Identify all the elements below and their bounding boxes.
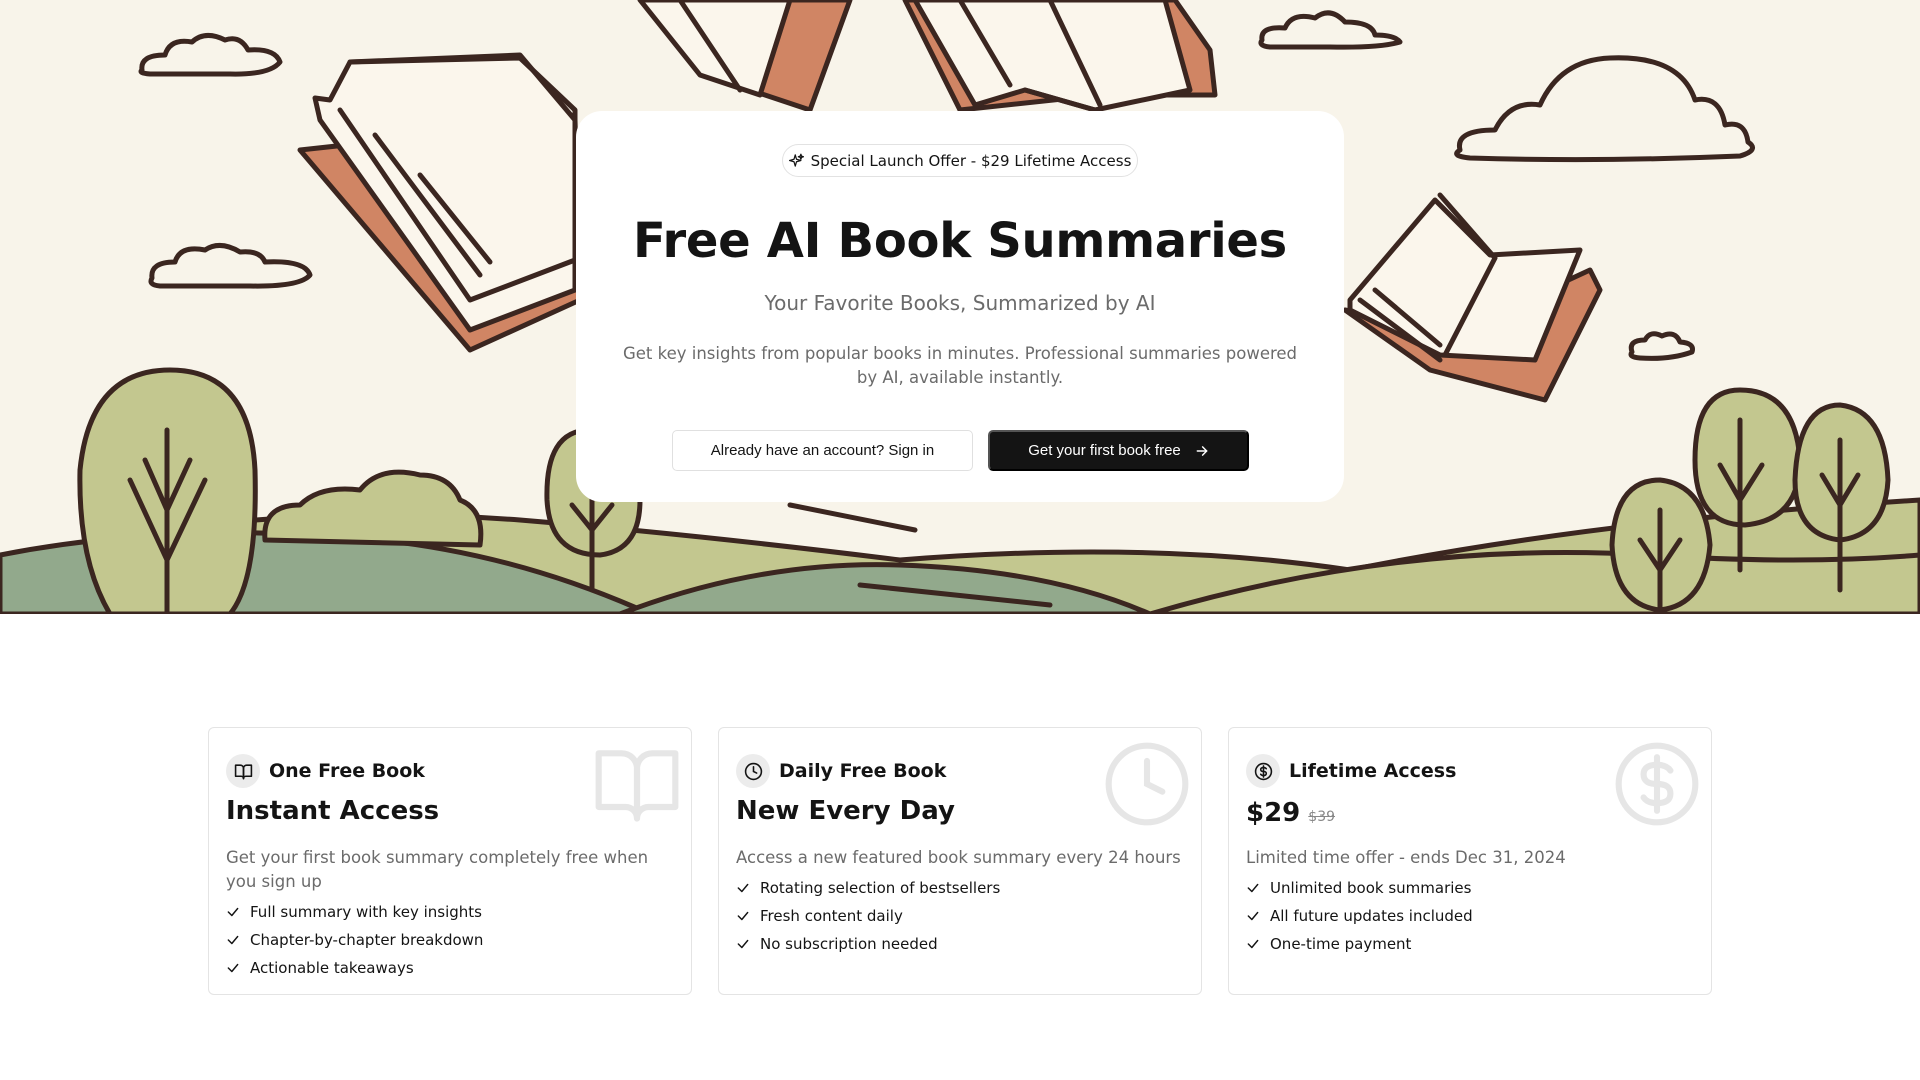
- card-daily-free-book: Daily Free Book New Every Day Access a n…: [718, 727, 1202, 995]
- card-title: New Every Day: [736, 796, 955, 826]
- feature-item: Actionable takeaways: [226, 954, 483, 982]
- feature-text: Actionable takeaways: [250, 959, 414, 977]
- card-lifetime-access: Lifetime Access $29 $39 Limited time off…: [1228, 727, 1712, 995]
- sign-in-button[interactable]: Already have an account? Sign in: [672, 430, 973, 471]
- feature-item: No subscription needed: [736, 930, 1000, 958]
- card-description: Get your first book summary completely f…: [226, 848, 649, 891]
- card-label: Daily Free Book: [779, 760, 947, 782]
- page-title: Free AI Book Summaries: [633, 213, 1287, 269]
- feature-text: Full summary with key insights: [250, 903, 482, 921]
- feature-item: Unlimited book summaries: [1246, 874, 1473, 902]
- feature-text: Chapter-by-chapter breakdown: [250, 931, 484, 949]
- feature-text: Unlimited book summaries: [1270, 879, 1472, 897]
- card-icon-badge: [226, 754, 260, 788]
- card-description: Limited time offer - ends Dec 31, 2024: [1246, 848, 1566, 867]
- current-price: $29: [1246, 798, 1301, 828]
- book-open-icon: [595, 750, 679, 822]
- feature-item: Fresh content daily: [736, 902, 1000, 930]
- card-header: Daily Free Book: [736, 754, 946, 788]
- feature-text: One-time payment: [1270, 935, 1412, 953]
- book-open-icon: [234, 763, 252, 779]
- feature-item: Rotating selection of bestsellers: [736, 874, 1000, 902]
- feature-list: Full summary with key insights Chapter-b…: [226, 898, 483, 982]
- cloud-icon: [148, 243, 313, 289]
- check-icon: [1247, 939, 1259, 949]
- arrow-right-icon: [1196, 445, 1208, 456]
- card-label: One Free Book: [269, 760, 425, 782]
- original-price: $39: [1308, 809, 1336, 825]
- cloud-icon: [1454, 55, 1755, 163]
- feature-item: One-time payment: [1246, 930, 1473, 958]
- clock-icon: [744, 762, 762, 780]
- check-icon: [1247, 911, 1259, 921]
- cloud-icon: [138, 33, 283, 77]
- feature-item: All future updates included: [1246, 902, 1473, 930]
- cloud-icon: [1628, 331, 1695, 361]
- card-one-free-book: One Free Book Instant Access Get your fi…: [208, 727, 692, 995]
- sparkles-icon: [788, 153, 804, 167]
- check-icon: [227, 935, 239, 945]
- feature-item: Chapter-by-chapter breakdown: [226, 926, 483, 954]
- bush-illustration: [262, 469, 484, 548]
- page-subtitle: Your Favorite Books, Summarized by AI: [764, 291, 1156, 315]
- offer-badge: Special Launch Offer - $29 Lifetime Acce…: [782, 144, 1138, 177]
- price: $29 $39: [1246, 798, 1335, 828]
- clock-icon: [1105, 742, 1189, 826]
- card-description: Access a new featured book summary every…: [736, 848, 1181, 867]
- hero-description: Get key insights from popular books in m…: [622, 344, 1298, 387]
- feature-cards: One Free Book Instant Access Get your fi…: [208, 727, 1712, 995]
- tree-illustration: [1692, 387, 1803, 528]
- check-icon: [737, 883, 749, 893]
- check-icon: [227, 907, 239, 917]
- check-icon: [737, 939, 749, 949]
- cloud-icon: [1258, 10, 1403, 50]
- dollar-circle-icon: [1254, 762, 1272, 780]
- feature-text: Fresh content daily: [760, 907, 903, 925]
- card-icon-badge: [736, 754, 770, 788]
- get-first-book-label: Get your first book free: [1028, 442, 1181, 459]
- feature-list: Unlimited book summaries All future upda…: [1246, 874, 1473, 958]
- feature-text: No subscription needed: [760, 935, 938, 953]
- check-icon: [737, 911, 749, 921]
- hero-card: Special Launch Offer - $29 Lifetime Acce…: [576, 111, 1344, 502]
- card-label: Lifetime Access: [1289, 760, 1457, 782]
- get-first-book-button[interactable]: Get your first book free: [988, 430, 1249, 471]
- card-icon-badge: [1246, 754, 1280, 788]
- hero-section: Special Launch Offer - $29 Lifetime Acce…: [0, 0, 1920, 614]
- feature-text: Rotating selection of bestsellers: [760, 879, 1001, 897]
- feature-text: All future updates included: [1270, 907, 1473, 925]
- check-icon: [1247, 883, 1259, 893]
- check-icon: [227, 963, 239, 973]
- card-header: One Free Book: [226, 754, 425, 788]
- feature-item: Full summary with key insights: [226, 898, 483, 926]
- card-header: Lifetime Access: [1246, 754, 1456, 788]
- card-title: Instant Access: [226, 796, 440, 826]
- feature-list: Rotating selection of bestsellers Fresh …: [736, 874, 1000, 958]
- dollar-circle-icon: [1615, 742, 1699, 826]
- offer-badge-text: Special Launch Offer - $29 Lifetime Acce…: [810, 151, 1132, 170]
